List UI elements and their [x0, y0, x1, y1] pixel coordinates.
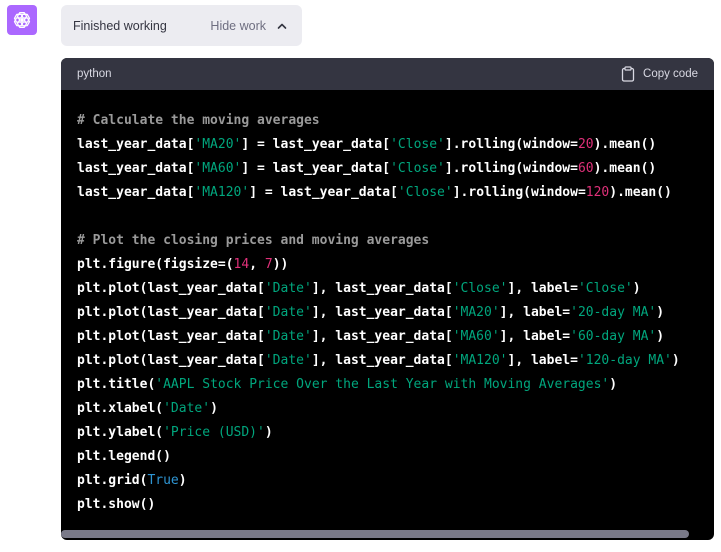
status-text: Finished working: [73, 18, 167, 33]
code-line: plt.xlabel('Date'): [77, 401, 218, 416]
hide-work-label: Hide work: [210, 18, 266, 33]
code-line: plt.plot(last_year_data['Date'], last_ye…: [77, 281, 641, 296]
code-language-label: python: [77, 68, 112, 80]
code-line: plt.show(): [77, 497, 156, 512]
code-line: plt.ylabel('Price (USD)'): [77, 425, 273, 440]
code-line: last_year_data['MA120'] = last_year_data…: [77, 185, 672, 200]
chevron-up-icon: [277, 23, 287, 29]
code-line: plt.legend(): [77, 449, 171, 464]
code-line: last_year_data['MA60'] = last_year_data[…: [77, 161, 657, 176]
chat-message: Finished working Hide work python Copy c…: [0, 0, 721, 552]
code-line: plt.plot(last_year_data['Date'], last_ye…: [77, 329, 665, 344]
code-block: python Copy code # Calculate the moving …: [61, 58, 714, 540]
code-line: # Calculate the moving averages: [77, 113, 320, 128]
code-line: plt.figure(figsize=(14, 7)): [77, 257, 289, 272]
code-line: last_year_data['MA20'] = last_year_data[…: [77, 137, 657, 152]
horizontal-scrollbar[interactable]: [61, 530, 689, 538]
code-block-header: python Copy code: [61, 58, 714, 90]
openai-logo-icon: [13, 12, 31, 28]
assistant-avatar: [7, 5, 37, 35]
code-line: # Plot the closing prices and moving ave…: [77, 233, 430, 248]
copy-code-button[interactable]: Copy code: [621, 66, 698, 82]
code-content[interactable]: # Calculate the moving averages last_year…: [61, 90, 714, 540]
clipboard-icon: [621, 66, 635, 82]
hide-work-button[interactable]: Hide work: [210, 19, 288, 33]
code-line: plt.plot(last_year_data['Date'], last_ye…: [77, 305, 665, 320]
code-line: plt.grid(True): [77, 473, 187, 488]
code-line: plt.title('AAPL Stock Price Over the Las…: [77, 377, 618, 392]
code-line: plt.plot(last_year_data['Date'], last_ye…: [77, 353, 680, 368]
copy-code-label: Copy code: [643, 68, 698, 80]
python-code: # Calculate the moving averages last_year…: [61, 90, 714, 517]
work-status-pill: Finished working Hide work: [61, 5, 302, 46]
